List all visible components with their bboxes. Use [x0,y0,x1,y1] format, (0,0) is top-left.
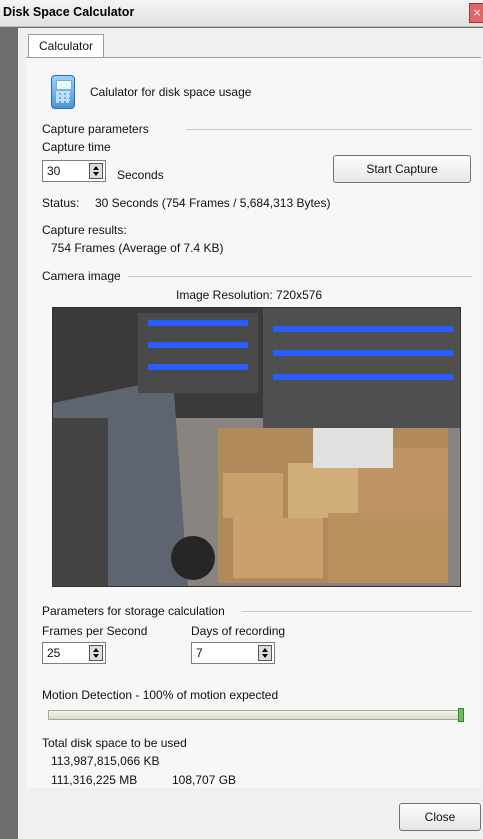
capture-time-label: Capture time [42,140,111,154]
camera-image-heading: Camera image [42,269,121,283]
app-window: Disk Space Calculator × Calculator Calul… [0,0,483,839]
status-label: Status: [42,196,80,210]
camera-image [52,307,461,587]
start-capture-button[interactable]: Start Capture [333,155,471,183]
camera-section-divider [128,276,472,277]
warehouse-scene-icon [53,308,460,586]
motion-slider-thumb[interactable] [458,708,464,722]
capture-time-value: 30 [47,164,61,178]
window-title: Disk Space Calculator [3,5,135,19]
calculator-icon [51,75,75,109]
calculator-description: Calulator for disk space usage [90,85,252,99]
capture-section-divider [186,129,472,130]
capture-time-spin-icon[interactable] [89,163,103,179]
capture-results-text: 754 Frames (Average of 7.4 KB) [51,241,224,255]
tab-calculator[interactable]: Calculator [28,34,104,58]
window-close-icon[interactable]: × [469,3,483,23]
capture-time-stepper[interactable]: 30 [42,160,106,182]
image-resolution-text: Image Resolution: 720x576 [176,288,323,302]
capture-parameters-heading: Capture parameters [42,122,149,136]
motion-slider-track[interactable] [48,710,464,720]
capture-results-label: Capture results: [42,223,127,237]
close-button[interactable]: Close [399,803,481,831]
title-bar: Disk Space Calculator × [0,0,483,27]
status-text: 30 Seconds (754 Frames / 5,684,313 Bytes… [95,196,331,210]
seconds-unit-label: Seconds [117,168,164,182]
